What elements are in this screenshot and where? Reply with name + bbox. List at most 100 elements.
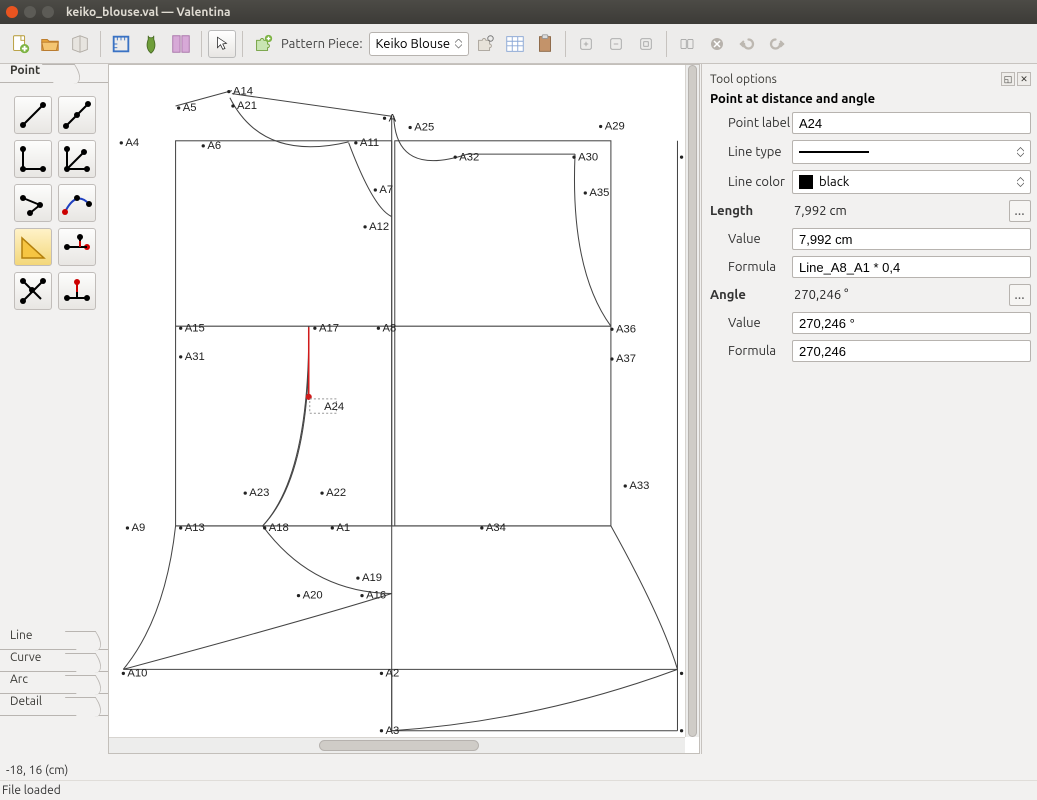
point-A16[interactable]	[360, 594, 363, 597]
undo-button[interactable]	[733, 30, 761, 58]
palette-tab-line[interactable]: Line	[0, 628, 108, 650]
point-label-A14[interactable]: A14	[233, 86, 253, 98]
point-A27[interactable]	[680, 672, 683, 675]
point-label-A25[interactable]: A25	[414, 122, 434, 134]
point-label-A19[interactable]: A19	[362, 572, 382, 584]
point-A3[interactable]	[380, 729, 383, 732]
point-label-A2[interactable]: A2	[386, 668, 400, 680]
line-color-select[interactable]: black	[792, 170, 1031, 194]
tool-curved-intersect[interactable]	[58, 184, 96, 222]
point-label-A6[interactable]: A6	[207, 140, 221, 152]
point-A6[interactable]	[202, 144, 205, 147]
point-label-A9[interactable]: A9	[132, 522, 146, 534]
drawing-canvas[interactable]: A4A5A14A21A6AA25A11A29A26A32A30A7A35A12A…	[109, 65, 699, 757]
point-A20[interactable]	[297, 594, 300, 597]
length-formula-input[interactable]	[792, 256, 1031, 278]
point-A13[interactable]	[179, 526, 182, 529]
point-A7[interactable]	[374, 188, 377, 191]
angle-formula-input[interactable]	[792, 340, 1031, 362]
measurement-table-button[interactable]	[107, 30, 135, 58]
new-pattern-piece-button[interactable]	[249, 30, 277, 58]
clipboard-button[interactable]	[531, 30, 559, 58]
point-label-A11[interactable]: A11	[360, 137, 379, 149]
palette-tab-point[interactable]: Point	[10, 64, 40, 77]
point-A2[interactable]	[380, 672, 383, 675]
palette-tab-arc[interactable]: Arc	[0, 672, 108, 694]
point-A33[interactable]	[624, 484, 627, 487]
point-label-A5[interactable]: A5	[183, 102, 197, 114]
point-A26[interactable]	[680, 156, 683, 159]
point-A1[interactable]	[331, 526, 334, 529]
line-type-select[interactable]	[792, 140, 1031, 164]
point-label-A10[interactable]: A10	[127, 668, 147, 680]
point-A32[interactable]	[454, 156, 457, 159]
point-A22[interactable]	[320, 492, 323, 495]
zoom-fit-button[interactable]	[632, 30, 660, 58]
point-label-A15[interactable]: A15	[185, 322, 205, 334]
canvas-vertical-scrollbar[interactable]	[685, 65, 699, 737]
table-options-button[interactable]	[501, 30, 529, 58]
canvas-horizontal-scrollbar[interactable]	[109, 737, 685, 753]
point-A21[interactable]	[231, 104, 234, 107]
point-A18[interactable]	[263, 526, 266, 529]
point-label-input[interactable]	[792, 112, 1031, 134]
point-A9[interactable]	[126, 526, 129, 529]
tool-segment[interactable]	[14, 96, 52, 134]
redo-button[interactable]	[763, 30, 791, 58]
point-label-A13[interactable]: A13	[185, 522, 205, 534]
point-label-A30[interactable]: A30	[578, 151, 598, 163]
length-value-input[interactable]	[792, 228, 1031, 250]
layout-button[interactable]	[167, 30, 195, 58]
point-A11[interactable]	[354, 141, 357, 144]
tool-point-on-line[interactable]	[58, 228, 96, 266]
new-file-button[interactable]	[6, 30, 34, 58]
point-label-A29[interactable]: A29	[605, 121, 625, 133]
point-label-A17[interactable]: A17	[319, 322, 339, 334]
window-maximize-button[interactable]	[42, 6, 54, 18]
point-label-A33[interactable]: A33	[629, 480, 649, 492]
tool-perpendicular[interactable]	[14, 140, 52, 178]
point-A8[interactable]	[377, 327, 380, 330]
point-label-A31[interactable]: A31	[185, 351, 205, 363]
zoom-original-button[interactable]	[673, 30, 701, 58]
angle-expand-button[interactable]: …	[1009, 284, 1031, 306]
point-A14[interactable]	[227, 90, 230, 93]
point-A23[interactable]	[244, 492, 247, 495]
point-label-A3[interactable]: A3	[386, 725, 400, 737]
point-label-A4[interactable]: A4	[125, 137, 139, 149]
point-label-A32[interactable]: A32	[459, 151, 479, 163]
point-label-A12[interactable]: A12	[369, 221, 389, 233]
panel-undock-button[interactable]: ◱	[1001, 72, 1015, 86]
point-label-A18[interactable]: A18	[269, 522, 289, 534]
point-label-A7[interactable]: A7	[379, 184, 393, 196]
point-A4[interactable]	[120, 141, 123, 144]
point-A30[interactable]	[572, 156, 575, 159]
point-A37[interactable]	[610, 357, 613, 360]
point-A29[interactable]	[599, 125, 602, 128]
point-A35[interactable]	[584, 191, 587, 194]
point-A12[interactable]	[363, 225, 366, 228]
point-label-A24[interactable]: A24	[324, 401, 344, 413]
length-expand-button[interactable]: …	[1009, 200, 1031, 222]
window-close-button[interactable]	[6, 6, 18, 18]
point-label-A35[interactable]: A35	[589, 187, 609, 199]
point-A34[interactable]	[480, 526, 483, 529]
stop-button[interactable]	[703, 30, 731, 58]
point-A36[interactable]	[610, 328, 613, 331]
point-A15[interactable]	[179, 327, 182, 330]
zoom-out-button[interactable]	[602, 30, 630, 58]
open-file-button[interactable]	[36, 30, 64, 58]
point-A19[interactable]	[356, 577, 359, 580]
palette-tab-detail[interactable]: Detail	[0, 694, 108, 716]
point-label-A36[interactable]: A36	[616, 323, 636, 335]
point-label-A21[interactable]: A21	[237, 100, 257, 112]
panel-close-button[interactable]: ✕	[1017, 72, 1031, 86]
tool-triangle[interactable]	[14, 228, 52, 266]
tool-midpoint[interactable]	[58, 96, 96, 134]
pattern-piece-select[interactable]: Keiko Blouse	[369, 32, 469, 56]
point-label-A16[interactable]: A16	[366, 590, 386, 602]
palette-tab-curve[interactable]: Curve	[0, 650, 108, 672]
angle-value-input[interactable]	[792, 312, 1031, 334]
point-label-A34[interactable]: A34	[486, 522, 506, 534]
tool-intersection[interactable]	[14, 272, 52, 310]
